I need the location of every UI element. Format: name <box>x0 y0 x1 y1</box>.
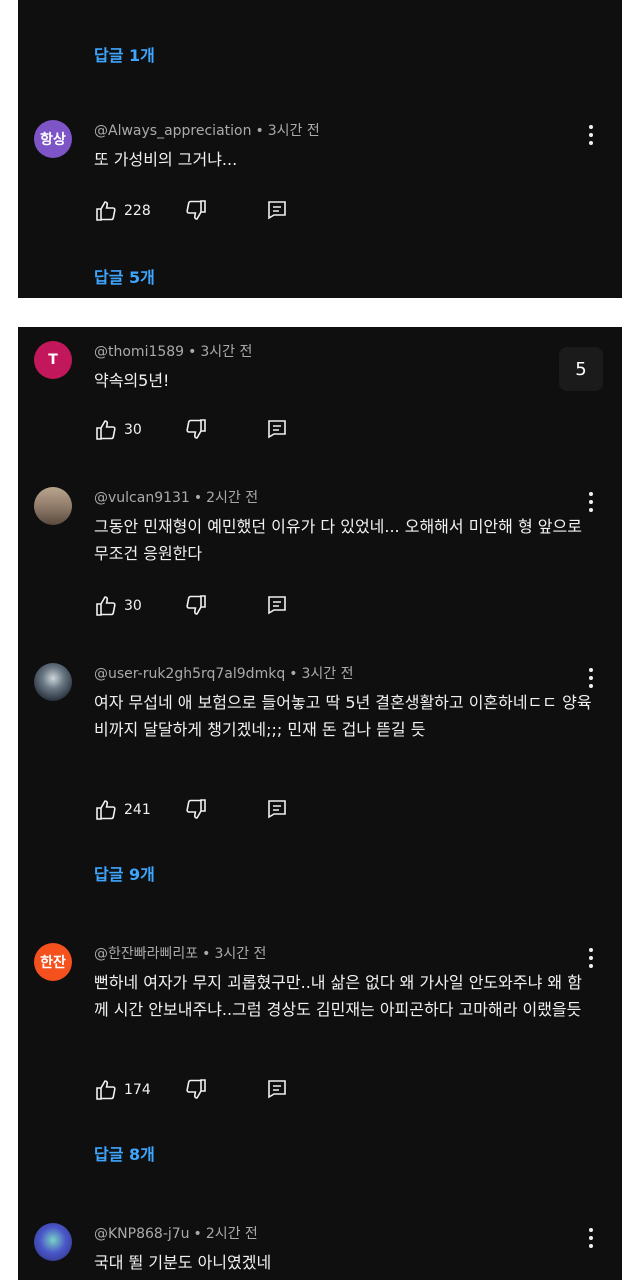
avatar[interactable]: T <box>34 341 72 379</box>
view-replies-link[interactable]: 답글 9개 <box>94 861 155 885</box>
thumbs-up-icon <box>96 800 116 820</box>
comment-meta: @thomi1589 • 3시간 전 <box>94 344 253 360</box>
avatar[interactable] <box>34 487 72 525</box>
comment-meta: @vulcan9131 • 2시간 전 <box>94 490 259 506</box>
dislike-button[interactable] <box>184 797 208 821</box>
comment-actions: 30 <box>94 593 286 619</box>
comment-time: 3시간 전 <box>214 946 267 962</box>
comment-actions: 241 <box>94 797 286 823</box>
like-button[interactable]: 241 <box>94 798 151 822</box>
like-button[interactable]: 174 <box>94 1078 151 1102</box>
more-options-icon[interactable] <box>582 665 600 691</box>
reply-icon <box>268 596 286 615</box>
more-options-icon[interactable] <box>582 122 600 148</box>
thumbs-down-icon <box>186 200 206 220</box>
avatar[interactable]: 항상 <box>34 120 72 158</box>
view-replies-link[interactable]: 답글 8개 <box>94 1141 155 1165</box>
comment-author[interactable]: @KNP868-j7u <box>94 1226 190 1242</box>
comment-author[interactable]: @thomi1589 <box>94 344 184 360</box>
view-replies-link[interactable]: 답글 1개 <box>94 42 155 66</box>
comment-meta: @한잔빠라삐리포 • 3시간 전 <box>94 946 267 962</box>
thumbs-up-icon <box>96 1080 116 1100</box>
view-replies-link[interactable]: 답글 5개 <box>94 264 155 288</box>
comment-author[interactable]: @vulcan9131 <box>94 490 190 506</box>
dislike-button[interactable] <box>184 198 208 222</box>
thumbs-up-icon <box>96 201 116 221</box>
thumbs-down-icon <box>186 799 206 819</box>
comment-text: 여자 무섭네 애 보험으로 들어놓고 딱 5년 결혼생활하고 이혼하네ㄷㄷ 양육… <box>94 693 592 739</box>
comment-meta: @Always_appreciation • 3시간 전 <box>94 123 320 139</box>
thumbs-down-icon <box>186 419 206 439</box>
thumbs-up-icon <box>96 420 116 440</box>
avatar[interactable] <box>34 1223 72 1261</box>
reply-button[interactable] <box>266 798 288 820</box>
reply-icon <box>268 420 286 439</box>
comment-panel-top: 답글 1개 항상 @Always_appreciation • 3시간 전 또 가성… <box>18 0 622 298</box>
reply-button[interactable] <box>266 199 288 221</box>
reply-button[interactable] <box>266 418 288 440</box>
comment-actions: 30 <box>94 417 286 443</box>
comment-meta: @KNP868-j7u • 2시간 전 <box>94 1226 258 1242</box>
like-count: 241 <box>124 802 151 818</box>
like-count: 228 <box>124 203 151 219</box>
dislike-button[interactable] <box>184 417 208 441</box>
thumbs-down-icon <box>186 595 206 615</box>
comment-text: 그동안 민재형이 예민했던 이유가 다 있었네... 오해해서 미안해 형 앞으… <box>94 517 582 563</box>
dislike-button[interactable] <box>184 1077 208 1101</box>
thumbs-up-icon <box>96 596 116 616</box>
like-button[interactable]: 30 <box>94 594 142 618</box>
comment-time: 3시간 전 <box>301 666 354 682</box>
like-count: 30 <box>124 422 142 438</box>
comment-author[interactable]: @Always_appreciation <box>94 123 251 139</box>
like-button[interactable]: 30 <box>94 418 142 442</box>
reply-icon <box>268 201 286 220</box>
more-options-icon[interactable] <box>582 945 600 971</box>
like-count: 174 <box>124 1082 151 1098</box>
comment-author[interactable]: @user-ruk2gh5rq7al9dmkq <box>94 666 285 682</box>
dislike-button[interactable] <box>184 593 208 617</box>
reply-icon <box>268 1080 286 1099</box>
comment-text: 뻔하네 여자가 무지 괴롭혔구만..내 삶은 없다 왜 가사일 안도와주냐 왜 … <box>94 973 582 1019</box>
more-options-icon[interactable] <box>582 489 600 515</box>
comment-meta: @user-ruk2gh5rq7al9dmkq • 3시간 전 <box>94 666 354 682</box>
comment-time: 2시간 전 <box>205 1226 258 1242</box>
comment-panel-bottom: 5 T @thomi1589 • 3시간 전 약속의5년! 30 @vulcan91… <box>18 327 622 1280</box>
reply-button[interactable] <box>266 1078 288 1100</box>
comment-time: 3시간 전 <box>200 344 253 360</box>
comment-time: 2시간 전 <box>206 490 259 506</box>
comment-author[interactable]: @한잔빠라삐리포 <box>94 946 198 962</box>
comment-time: 3시간 전 <box>267 123 320 139</box>
thumbs-down-icon <box>186 1079 206 1099</box>
comment-actions: 174 <box>94 1077 286 1103</box>
comment-text: 또 가성비의 그거냐... <box>94 150 238 169</box>
more-options-icon[interactable] <box>582 1225 600 1251</box>
like-button[interactable]: 228 <box>94 199 151 223</box>
avatar[interactable] <box>34 663 72 701</box>
reply-icon <box>268 800 286 819</box>
reply-button[interactable] <box>266 594 288 616</box>
comment-text: 국대 뛸 기분도 아니였겠네 <box>94 1253 272 1272</box>
comment-actions: 228 <box>94 198 286 224</box>
comment-text: 약속의5년! <box>94 371 170 390</box>
like-count: 30 <box>124 598 142 614</box>
avatar[interactable]: 한잔 <box>34 943 72 981</box>
